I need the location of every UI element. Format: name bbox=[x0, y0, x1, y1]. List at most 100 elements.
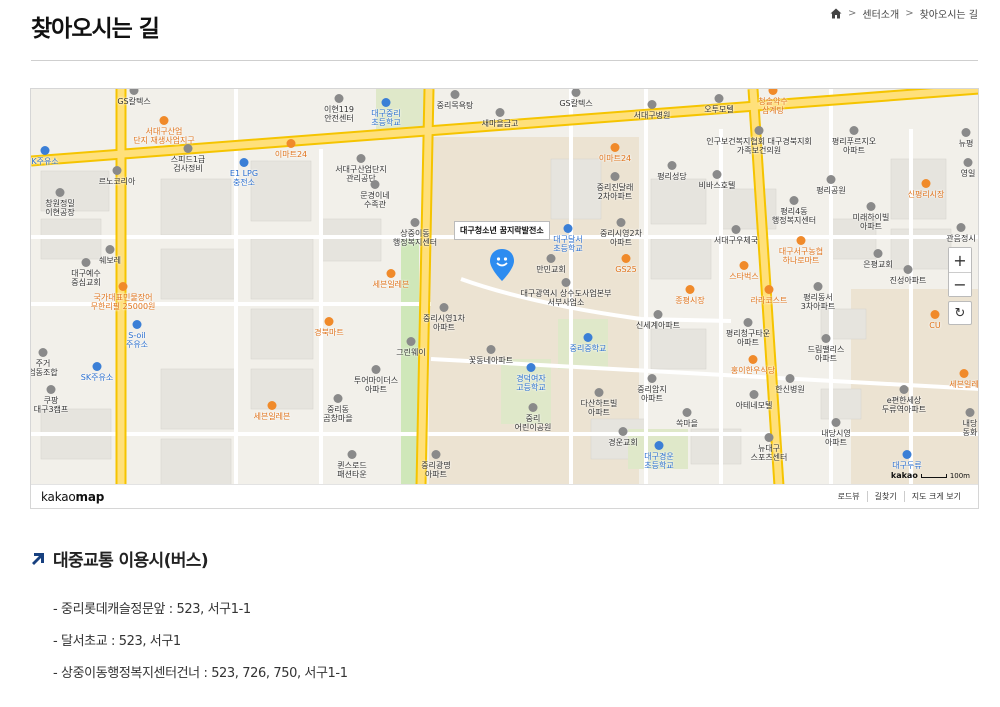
map-poi-icon[interactable] bbox=[849, 126, 859, 135]
map-place-label[interactable]: 스타벅스 bbox=[729, 272, 758, 281]
map-place-label[interactable]: 은평교회 bbox=[863, 260, 892, 269]
map-place-label[interactable]: 내당 동화 bbox=[963, 419, 978, 437]
map-place-label[interactable]: 드림팰리스 아파트 bbox=[808, 345, 845, 363]
map-poi-icon[interactable] bbox=[961, 128, 971, 137]
map-place-label[interactable]: 서대구산업단지 관리공단 bbox=[335, 165, 387, 183]
map-poi-icon[interactable] bbox=[333, 394, 343, 403]
map-canvas[interactable]: GS칼텍스 이현119 안전센터 대구중리 초등학교 중리목욕탕 새마을금고 GS칼텍스 서대구… bbox=[31, 89, 978, 486]
map-poi-icon[interactable] bbox=[118, 282, 128, 291]
map-place-label[interactable]: 서대구우체국 bbox=[714, 236, 758, 245]
map-poi-icon[interactable] bbox=[431, 450, 441, 459]
map-place-label[interactable]: GS칼텍스 bbox=[559, 99, 592, 108]
map-poi-icon[interactable] bbox=[92, 362, 102, 371]
map-poi-icon[interactable] bbox=[831, 418, 841, 427]
map-poi-icon[interactable] bbox=[410, 218, 420, 227]
map-place-label[interactable]: 관음정시 bbox=[946, 234, 975, 243]
map-place-label[interactable]: 이마트24 bbox=[275, 150, 307, 159]
reset-map-button[interactable]: ↻ bbox=[948, 301, 972, 325]
map-poi-icon[interactable] bbox=[899, 385, 909, 394]
map-place-label[interactable]: 뉴평 bbox=[959, 139, 974, 148]
map-place-label[interactable]: 경덕여자 고등학교 bbox=[516, 374, 545, 392]
map-place-label[interactable]: 대구경운 초등학교 bbox=[644, 452, 673, 470]
map-poi-icon[interactable] bbox=[105, 245, 115, 254]
map-place-label[interactable]: 아테네모텔 bbox=[736, 401, 773, 410]
map-place-label[interactable]: 세븐일레븐 bbox=[373, 280, 410, 289]
map-place-label[interactable]: 세븐일레븐 bbox=[254, 412, 291, 421]
map-place-label[interactable]: 창원정밀 이현공장 bbox=[45, 199, 74, 217]
map-poi-icon[interactable] bbox=[406, 337, 416, 346]
map-place-label[interactable]: 평리동서 3차아파트 bbox=[801, 293, 836, 311]
map-place-label[interactable]: GS25 bbox=[615, 265, 636, 274]
map-place-label[interactable]: 스피드1급 검사정비 bbox=[171, 155, 206, 173]
zoom-in-button[interactable]: + bbox=[949, 248, 971, 272]
map-poi-icon[interactable] bbox=[647, 100, 657, 109]
map-place-label[interactable]: 문경이네 수족관 bbox=[360, 191, 389, 209]
map-place-label[interactable]: 대구서구농협 하나로마트 bbox=[779, 247, 823, 265]
map-poi-icon[interactable] bbox=[528, 403, 538, 412]
map-place-label[interactable]: 중리광명 아파트 bbox=[421, 461, 450, 479]
map-place-label[interactable]: GS칼텍스 bbox=[117, 97, 150, 106]
map-poi-icon[interactable] bbox=[495, 108, 505, 117]
map-poi-icon[interactable] bbox=[239, 158, 249, 167]
map-place-label[interactable]: 중리 어린이공원 bbox=[515, 414, 552, 432]
marker-label[interactable]: 대구청소년 꿈지락발전소 bbox=[454, 221, 550, 240]
map-poi-icon[interactable] bbox=[324, 317, 334, 326]
map-poi-icon[interactable] bbox=[356, 154, 366, 163]
map-place-label[interactable]: 주거 업동조합 bbox=[31, 359, 58, 377]
map-place-label[interactable]: 내당시영 아파트 bbox=[821, 429, 850, 447]
kakao-map[interactable]: GS칼텍스 이현119 안전센터 대구중리 초등학교 중리목욕탕 새마을금고 GS칼텍스 서대구… bbox=[30, 88, 979, 509]
map-place-label[interactable]: 평리4동 행정복지센터 bbox=[772, 207, 816, 225]
map-poi-icon[interactable] bbox=[764, 433, 774, 442]
map-place-label[interactable]: 신평리시장 bbox=[908, 190, 945, 199]
map-place-label[interactable]: 경북마트 bbox=[314, 328, 343, 337]
map-poi-icon[interactable] bbox=[647, 374, 657, 383]
map-place-label[interactable]: 인구보건복지협회 대구경북지회 가족보건의원 bbox=[706, 137, 812, 155]
map-poi-icon[interactable] bbox=[159, 116, 169, 125]
map-place-label[interactable]: 새마을금고 bbox=[482, 119, 519, 128]
map-place-label[interactable]: 뉴대구 스포츠센터 bbox=[751, 444, 788, 462]
map-place-label[interactable]: 상중이동 행정복지센터 bbox=[393, 229, 437, 247]
map-poi-icon[interactable] bbox=[618, 427, 628, 436]
map-place-label[interactable]: 중리시영1차 아파트 bbox=[423, 314, 465, 332]
map-place-label[interactable]: 중리암지 아파트 bbox=[637, 385, 666, 403]
map-place-label[interactable]: 르노코리아 bbox=[99, 177, 136, 186]
map-poi-icon[interactable] bbox=[40, 146, 50, 155]
map-place-label[interactable]: e편한세상 두류역아파트 bbox=[882, 396, 926, 414]
map-poi-icon[interactable] bbox=[866, 202, 876, 211]
map-poi-icon[interactable] bbox=[963, 158, 973, 167]
map-poi-icon[interactable] bbox=[267, 401, 277, 410]
map-poi-icon[interactable] bbox=[903, 265, 913, 274]
map-place-label[interactable]: 신세계아파트 bbox=[636, 321, 680, 330]
map-poi-icon[interactable] bbox=[785, 374, 795, 383]
map-poi-icon[interactable] bbox=[821, 334, 831, 343]
map-poi-icon[interactable] bbox=[714, 94, 724, 103]
map-poi-icon[interactable] bbox=[486, 345, 496, 354]
map-poi-icon[interactable] bbox=[132, 320, 142, 329]
map-place-label[interactable]: 중리목욕탕 bbox=[437, 101, 474, 110]
map-poi-icon[interactable] bbox=[921, 179, 931, 188]
map-poi-icon[interactable] bbox=[386, 269, 396, 278]
map-place-label[interactable]: 쏙마을 bbox=[676, 419, 698, 428]
map-poi-icon[interactable] bbox=[563, 224, 573, 233]
map-place-label[interactable]: 오투모텔 bbox=[704, 105, 733, 114]
map-poi-icon[interactable] bbox=[789, 196, 799, 205]
map-poi-icon[interactable] bbox=[616, 218, 626, 227]
map-place-label[interactable]: 라라코스트 bbox=[751, 296, 788, 305]
map-poi-icon[interactable] bbox=[712, 170, 722, 179]
map-poi-icon[interactable] bbox=[653, 310, 663, 319]
map-poi-icon[interactable] bbox=[439, 303, 449, 312]
map-poi-icon[interactable] bbox=[764, 285, 774, 294]
breadcrumb-item-center[interactable]: 센터소개 bbox=[862, 6, 899, 21]
map-place-label[interactable]: K주유소 bbox=[31, 157, 58, 166]
map-poi-icon[interactable] bbox=[38, 348, 48, 357]
map-poi-icon[interactable] bbox=[55, 188, 65, 197]
map-poi-icon[interactable] bbox=[370, 180, 380, 189]
zoom-out-button[interactable]: − bbox=[949, 272, 971, 296]
map-place-label[interactable]: 청솔약수 삼계탕 bbox=[758, 97, 787, 115]
map-place-label[interactable]: 그린웨이 bbox=[396, 348, 425, 357]
map-place-label[interactable]: 대구중리 초등학교 bbox=[371, 109, 400, 127]
map-place-label[interactable]: 다산하트빌 아파트 bbox=[581, 399, 618, 417]
map-place-label[interactable]: 미래하이빌 아파트 bbox=[853, 213, 890, 231]
map-poi-icon[interactable] bbox=[621, 254, 631, 263]
map-place-label[interactable]: 평리푸르지오 아파트 bbox=[832, 137, 876, 155]
